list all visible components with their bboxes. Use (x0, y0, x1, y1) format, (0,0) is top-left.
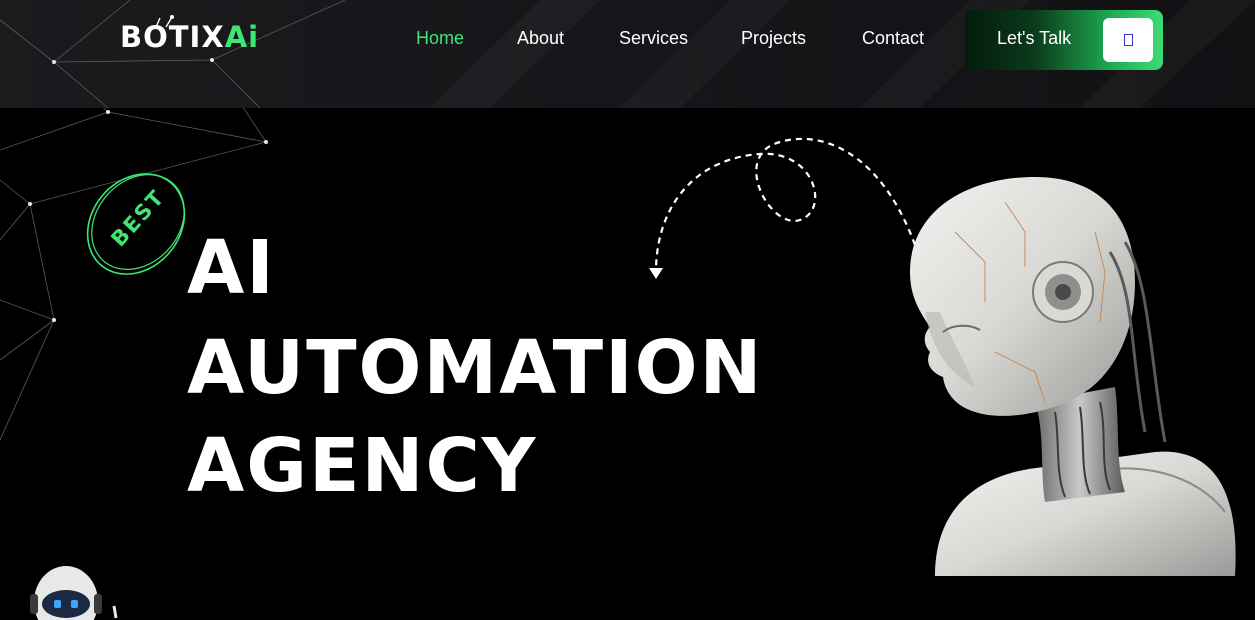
lets-talk-label: Let's Talk (997, 28, 1072, 48)
nav-about[interactable]: About (517, 28, 564, 49)
nav-contact[interactable]: Contact (862, 28, 924, 49)
nav-projects[interactable]: Projects (741, 28, 806, 49)
page: BOTIX Ai Home About Services Projects Con… (0, 0, 1255, 620)
hero-title-line-2: AUTOMATION (187, 325, 764, 411)
arrow-icon (1123, 34, 1133, 46)
site-header: BOTIX Ai Home About Services Projects Con… (0, 0, 1255, 108)
robot-head-illustration (910, 177, 1236, 576)
lets-talk-button[interactable]: Let's Talk (965, 10, 1163, 70)
logo[interactable]: BOTIX Ai (120, 20, 259, 54)
cta-icon-box (1103, 18, 1153, 62)
dashed-arrow-decoration (649, 137, 917, 279)
hero-title-line-1: AI (187, 225, 276, 311)
nav-services[interactable]: Services (619, 28, 688, 49)
logo-antenna-icon (155, 15, 174, 28)
nav-home[interactable]: Home (416, 28, 464, 49)
mini-robot-mascot (30, 566, 118, 620)
hero-title-line-3: AGENCY (187, 423, 538, 509)
logo-accent-text: Ai (224, 20, 260, 54)
